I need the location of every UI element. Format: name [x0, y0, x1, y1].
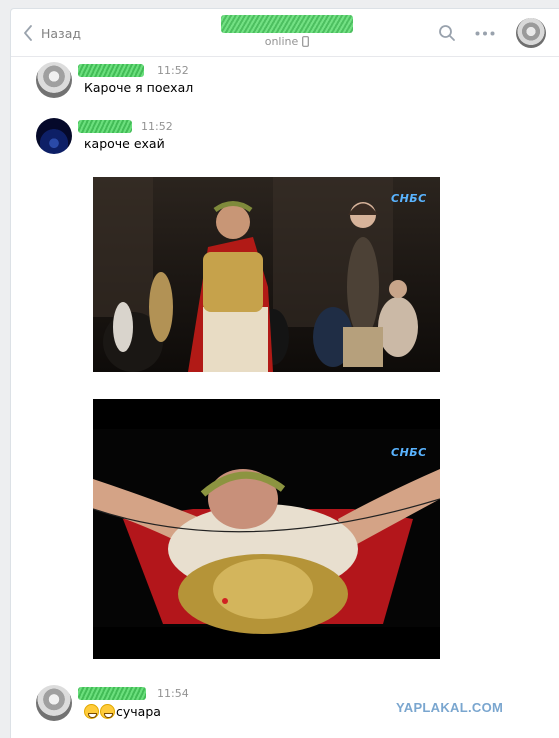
sender-name-redacted[interactable]	[78, 64, 144, 77]
search-icon[interactable]	[438, 24, 456, 42]
peer-avatar[interactable]	[516, 18, 546, 48]
message-time[interactable]: 11:52	[157, 64, 189, 77]
grin-emoji-icon	[84, 704, 99, 719]
channel-logo: СНБС	[391, 192, 427, 205]
message-text: сучара	[84, 704, 161, 719]
chat-header: Назад online	[11, 9, 559, 57]
chevron-left-icon	[24, 25, 32, 41]
message-text: кароче ехай	[84, 136, 165, 151]
online-label: online	[264, 35, 299, 48]
photo-image	[93, 399, 440, 659]
grin-emoji-icon	[100, 704, 115, 719]
avatar[interactable]	[36, 62, 72, 98]
avatar[interactable]	[36, 118, 72, 154]
back-button[interactable]: Назад	[23, 23, 81, 43]
message-time[interactable]: 11:52	[141, 120, 173, 133]
sender-name-redacted[interactable]	[78, 687, 146, 700]
photo-attachment[interactable]: СНБС	[93, 177, 440, 372]
peer-name-redacted	[221, 15, 353, 33]
message: 11:52 кароче ехай	[36, 118, 496, 158]
watermark: YAPLAKAL.COM	[396, 700, 504, 715]
photo-attachment[interactable]: СНБС	[93, 399, 440, 659]
avatar[interactable]	[36, 685, 72, 721]
back-label: Назад	[41, 25, 82, 41]
message: 11:52 Кароче я поехал	[36, 62, 496, 102]
more-icon[interactable]	[475, 31, 495, 36]
message-text: Кароче я поехал	[84, 80, 194, 95]
peer-info[interactable]: online	[217, 15, 357, 48]
sender-name-redacted[interactable]	[78, 120, 132, 133]
message-time[interactable]: 11:54	[157, 687, 189, 700]
message-text-content: сучара	[116, 704, 161, 719]
channel-logo: СНБС	[391, 446, 427, 459]
photo-image	[93, 177, 440, 372]
phone-icon	[302, 36, 310, 47]
online-status: online	[217, 35, 357, 48]
